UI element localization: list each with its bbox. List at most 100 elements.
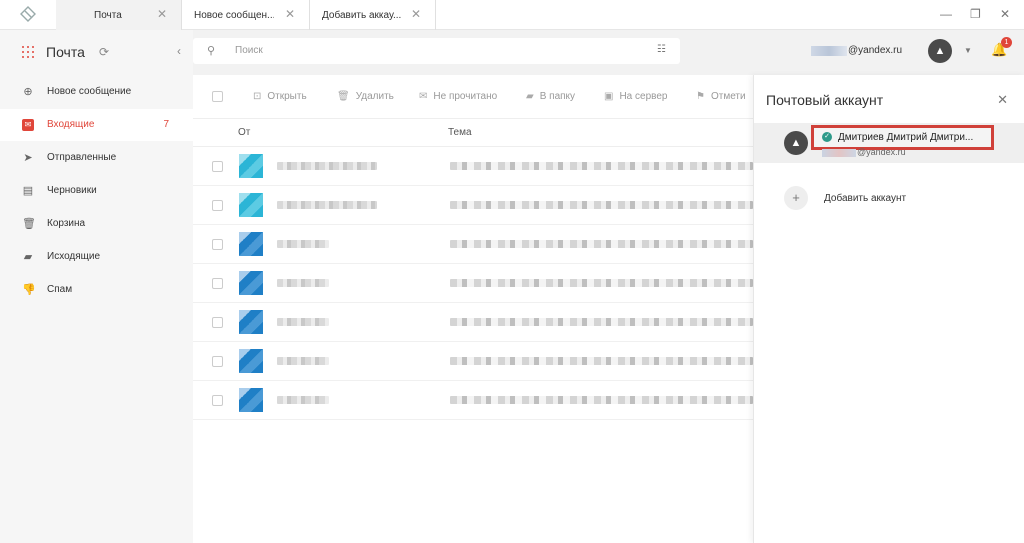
row-checkbox[interactable] <box>212 356 223 367</box>
account-email-blurred <box>822 149 856 157</box>
row-checkbox[interactable] <box>212 239 223 250</box>
delete-button[interactable]: 🗑 Удалить <box>337 91 394 102</box>
sidebar-item-sent[interactable]: ➤ Отправленные <box>0 142 193 174</box>
message-list-header: От Тема <box>193 119 753 147</box>
open-button[interactable]: ⊡ Открыть <box>253 91 307 102</box>
row-checkbox[interactable] <box>212 200 223 211</box>
table-row[interactable] <box>193 225 753 264</box>
unread-count: 7 <box>163 119 169 130</box>
blurred-subject <box>450 357 753 365</box>
folder-icon: ▰ <box>526 91 534 102</box>
table-row[interactable] <box>193 147 753 186</box>
close-window-icon[interactable]: ✕ <box>1000 7 1010 21</box>
sidebar-item-label: Корзина <box>47 218 86 229</box>
sidebar-item-label: Спам <box>47 284 73 295</box>
account-email[interactable]: @yandex.ru <box>848 45 902 56</box>
thumbs-down-icon: 👎 <box>22 284 36 296</box>
sender-avatar <box>239 349 263 373</box>
column-subject[interactable]: Тема <box>448 127 472 138</box>
blurred-sender <box>277 318 329 326</box>
table-row[interactable] <box>193 264 753 303</box>
row-checkbox[interactable] <box>212 317 223 328</box>
sidebar-item-trash[interactable]: 🗑 Корзина <box>0 208 193 240</box>
tab-label: Добавить аккау... <box>322 10 402 21</box>
sender-avatar <box>239 310 263 334</box>
close-tab-icon[interactable]: ✕ <box>285 7 295 21</box>
table-row[interactable] <box>193 381 753 420</box>
sender-avatar <box>239 232 263 256</box>
sender-avatar <box>239 388 263 412</box>
sender-avatar <box>239 271 263 295</box>
row-checkbox[interactable] <box>212 278 223 289</box>
tab-label: Новое сообщен... <box>194 10 274 21</box>
blurred-sender <box>277 279 329 287</box>
blurred-subject <box>450 162 753 170</box>
search-input[interactable]: ⚲ Поиск ☷ <box>193 38 680 64</box>
flag-icon: ⚑ <box>696 91 705 102</box>
add-account-button[interactable]: + Добавить аккаунт <box>754 183 1024 213</box>
tab-new-message[interactable]: Новое сообщен... ✕ <box>182 0 310 30</box>
move-to-folder-button[interactable]: ▰ В папку <box>526 91 575 102</box>
close-tab-icon[interactable]: ✕ <box>157 7 167 21</box>
minimize-icon[interactable]: — <box>940 7 952 21</box>
blurred-sender <box>277 396 329 404</box>
tab-add-account[interactable]: Добавить аккау... ✕ <box>310 0 436 30</box>
row-checkbox[interactable] <box>212 395 223 406</box>
sender-avatar <box>239 154 263 178</box>
search-icon: ⚲ <box>207 45 216 57</box>
account-name: Дмитриев Дмитрий Дмитри... <box>838 132 974 143</box>
sender-avatar <box>239 193 263 217</box>
envelope-open-icon: ✉ <box>419 91 428 102</box>
sidebar: Почта ⟳ ‹ ⊕ Новое сообщение ✉ Входящие 7… <box>0 30 193 543</box>
blurred-subject <box>450 279 753 287</box>
open-icon: ⊡ <box>253 91 262 102</box>
mark-unread-button[interactable]: ✉ Не прочитано <box>419 91 497 102</box>
row-checkbox[interactable] <box>212 161 223 172</box>
sidebar-item-inbox[interactable]: ✉ Входящие 7 <box>0 109 193 141</box>
account-email-blurred <box>811 46 847 56</box>
sidebar-item-label: Исходящие <box>47 251 101 262</box>
panel-title: Почтовый аккаунт <box>766 92 884 108</box>
account-avatar-icon: ▲ <box>784 131 808 155</box>
sidebar-item-label: Отправленные <box>47 152 117 163</box>
blurred-sender <box>277 201 377 209</box>
close-icon[interactable]: ✕ <box>997 92 1008 108</box>
check-icon: ✓ <box>822 132 832 142</box>
sidebar-item-new-message[interactable]: ⊕ Новое сообщение <box>0 76 193 108</box>
send-icon: ➤ <box>23 152 33 164</box>
account-email: @yandex.ru <box>857 147 906 157</box>
trash-icon: 🗑 <box>337 91 350 102</box>
table-row[interactable] <box>193 186 753 225</box>
tab-mail[interactable]: Почта ✕ <box>56 0 182 30</box>
restore-icon[interactable]: ❐ <box>970 7 981 21</box>
refresh-icon[interactable]: ⟳ <box>99 45 109 59</box>
blurred-subject <box>450 318 753 326</box>
mark-button[interactable]: ⚑ Отмети <box>696 91 746 102</box>
table-row[interactable] <box>193 342 753 381</box>
sidebar-item-outbox[interactable]: ▰ Исходящие <box>0 241 193 273</box>
plus-square-icon: ⊕ <box>23 86 33 98</box>
sidebar-item-spam[interactable]: 👎 Спам <box>0 274 193 306</box>
trash-icon: 🗑 <box>22 218 36 230</box>
message-toolbar: ⊡ Открыть 🗑 Удалить ✉ Не прочитано ▰ В папку… <box>193 75 753 119</box>
collapse-sidebar-icon[interactable]: ‹ <box>177 44 181 58</box>
sidebar-item-label: Входящие <box>47 119 95 130</box>
add-account-label: Добавить аккаунт <box>824 193 907 204</box>
to-server-button[interactable]: ▣ На сервер <box>604 91 667 102</box>
search-placeholder: Поиск <box>235 45 263 56</box>
close-tab-icon[interactable]: ✕ <box>411 7 421 21</box>
draft-icon: ▤ <box>22 185 34 197</box>
chevron-down-icon[interactable]: ▼ <box>964 46 972 55</box>
avatar-icon[interactable]: ▲ <box>928 39 952 63</box>
select-all-checkbox[interactable] <box>212 91 223 102</box>
title-bar: Почта ✕ Новое сообщен... ✕ Добавить акка… <box>0 0 1024 30</box>
apps-grid-icon[interactable] <box>22 46 34 58</box>
top-bar: ⚲ Поиск ☷ @yandex.ru ▲ ▼ 🔔 1 <box>193 30 1024 75</box>
column-from[interactable]: От <box>238 127 250 138</box>
plus-icon: + <box>784 186 808 210</box>
notification-badge: 1 <box>1001 37 1012 48</box>
table-row[interactable] <box>193 303 753 342</box>
blurred-sender <box>277 162 377 170</box>
filter-icon[interactable]: ☷ <box>657 44 666 55</box>
sidebar-item-drafts[interactable]: ▤ Черновики <box>0 175 193 207</box>
